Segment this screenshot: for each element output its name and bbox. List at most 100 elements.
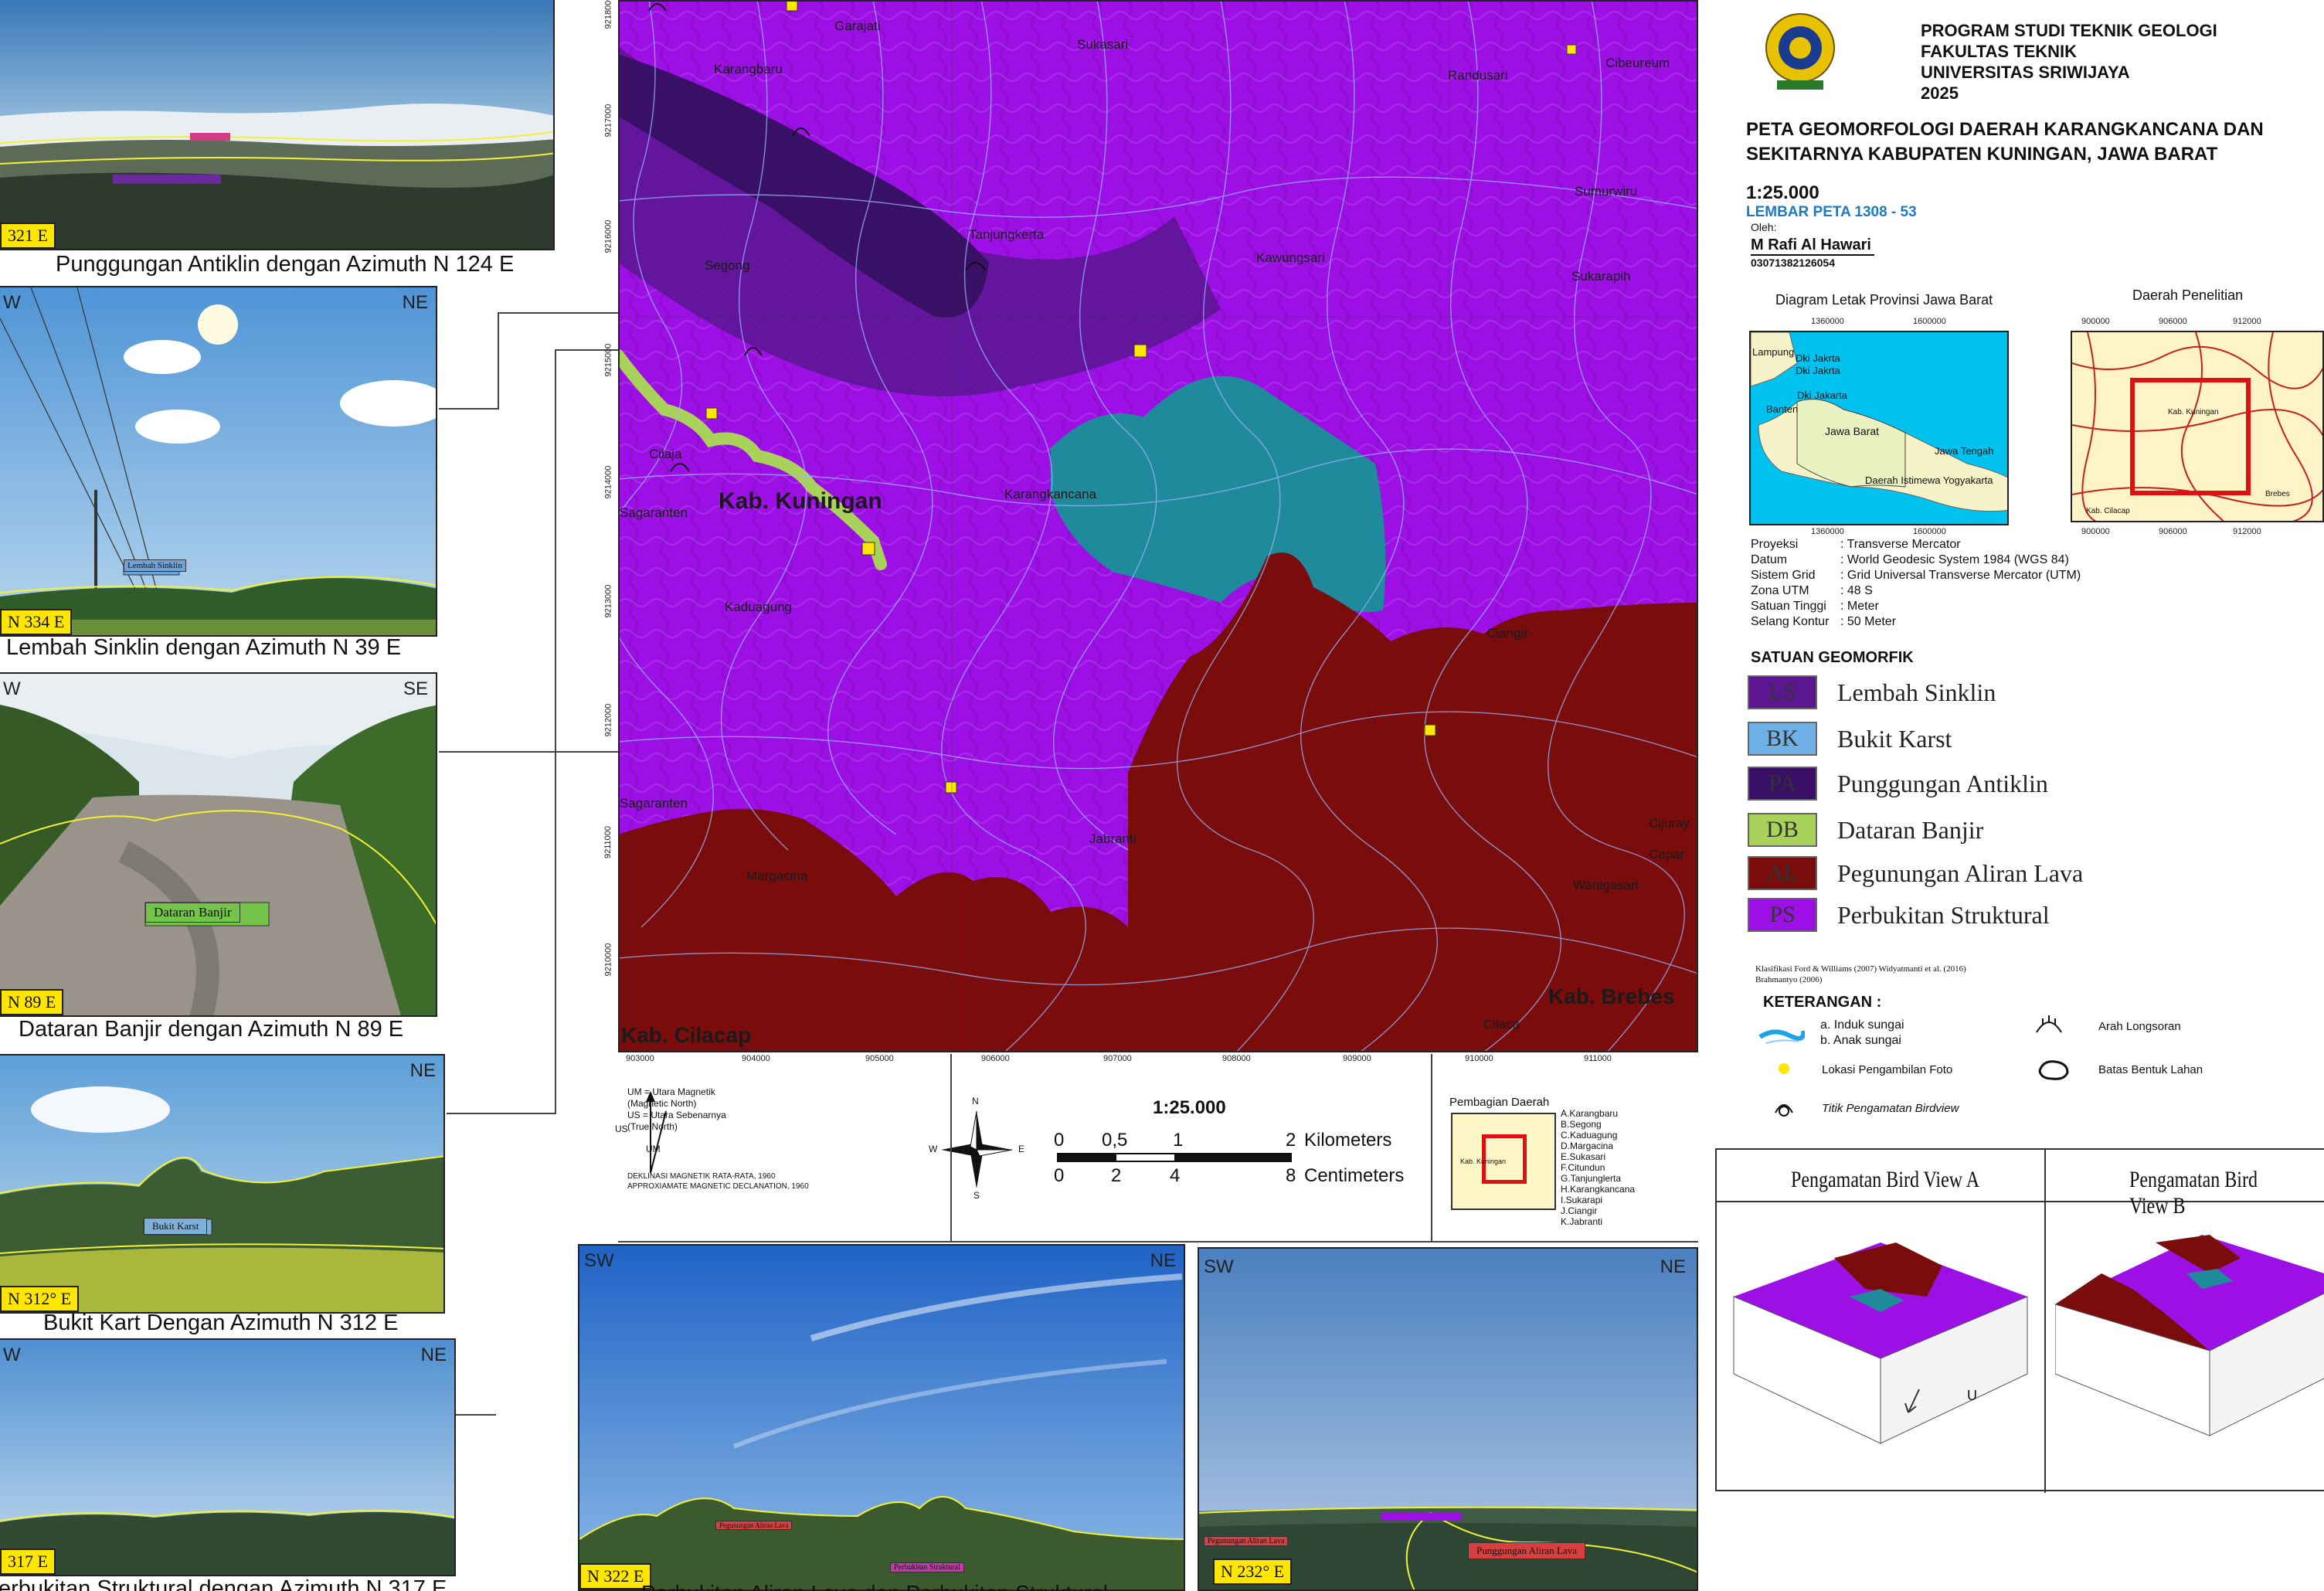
inset-tick: 1360000 — [1811, 317, 1844, 326]
pembagian-item: I.Sukarapi — [1561, 1195, 1603, 1205]
photo-caption-5: erbukitan Struktural dengan Azimuth N 31… — [0, 1576, 447, 1591]
axis-tick: 906000 — [981, 1054, 1010, 1063]
logo-emblem — [1758, 9, 1842, 93]
legend-label: Pegunungan Aliran Lava — [1837, 858, 2084, 887]
axis-tick: 911000 — [1584, 1054, 1612, 1063]
projection-value: : 50 Meter — [1840, 615, 1897, 628]
compass-rose-icon — [941, 1110, 1013, 1188]
map-left-axis: 9218000 9217000 9216000 9215000 9214000 … — [603, 0, 617, 1052]
projection-value: : World Geodesic System 1984 (WGS 84) — [1840, 553, 2069, 566]
institution-block: PROGRAM STUDI TEKNIK GEOLOGI FAKULTAS TE… — [1921, 20, 2217, 104]
photo-landscape-2 — [0, 287, 436, 635]
university-logo-icon — [1765, 13, 1835, 90]
legend-swatch: AL — [1748, 856, 1817, 890]
axis-tick: 9217000 — [603, 104, 613, 138]
inset-left-title: Diagram Letak Provinsi Jawa Barat — [1775, 292, 1993, 308]
place-label: Sagaranten — [620, 796, 688, 811]
cm-unit: Centimeters — [1304, 1165, 1405, 1186]
corner-sw: W — [3, 292, 21, 313]
um-translation: (Magnetic North) — [627, 1098, 697, 1109]
legend-swatch: BK — [1748, 722, 1817, 756]
inset-label: Dki Jakrta — [1796, 365, 1840, 376]
divider — [1431, 1054, 1432, 1243]
kab-kuningan-label: Kab. Kuningan — [719, 488, 882, 514]
corner-ne: SE — [403, 678, 428, 699]
projection-value: : 48 S — [1840, 584, 1873, 597]
inset-label: Daerah Istimewa Yogyakarta — [1865, 474, 1993, 486]
unit-label-struktural: Perbukitan Struktural — [890, 1562, 964, 1572]
birdview-a-block — [1733, 1243, 2028, 1444]
faculty-name: FAKULTAS TEKNIK — [1921, 42, 2078, 61]
map-title-line-1: PETA GEOMORFOLOGI DAERAH KARANGKANCANA D… — [1746, 119, 2264, 140]
photo-bukit-karst: NE Bukit Karst N 312° E — [0, 1054, 445, 1314]
projection-row: Datum : World Geodesic System 1984 (WGS 8… — [1751, 553, 2069, 567]
pembagian-daerah: Pembagian Daerah Kab. Kuningan A.Karangb… — [1449, 1096, 1697, 1243]
kab-cilacap-label: Kab. Cilacap — [621, 1023, 752, 1047]
inset-label: Dki Jakarta — [1797, 389, 1848, 401]
axis-tick: 9214000 — [603, 465, 613, 499]
pembagian-item: B.Segong — [1561, 1119, 1602, 1130]
photo-landscape-3 — [0, 674, 436, 1015]
inset-label: Kab. Kuningan — [2168, 408, 2219, 416]
compass-n: N — [972, 1096, 979, 1107]
connector-line — [498, 312, 618, 314]
classification-source-2: Brahmantyo (2006) — [1755, 975, 1823, 984]
corner-sw: SW — [584, 1250, 614, 1271]
inset-tick: 900000 — [2081, 527, 2110, 536]
axis-tick: 9216000 — [603, 219, 613, 253]
photo-punggungan-antiklin: 321 E — [0, 0, 555, 250]
river-a-label: a. Induk sungai — [1820, 1018, 1904, 1032]
axis-tick: 908000 — [1222, 1054, 1251, 1063]
inset-tick: 1600000 — [1913, 317, 1946, 326]
azimuth-label: N 312° E — [0, 1286, 80, 1312]
pembagian-item: F.Citundun — [1561, 1162, 1605, 1173]
corner-ne: NE — [402, 292, 428, 313]
inset-daerah-map: Kab. Kuningan Kab. Cilacap Brebes — [2071, 331, 2324, 522]
connector-line — [439, 751, 618, 753]
legend-swatch: PA — [1748, 767, 1817, 801]
pembagian-inner-label: Kab. Kuningan — [1460, 1158, 1507, 1165]
inset-tick: 906000 — [2159, 317, 2187, 326]
connector-line — [555, 349, 556, 1113]
birdview-a-title: Pengamatan Bird View A — [1791, 1167, 1980, 1192]
place-label: Cilaja — [649, 447, 682, 461]
unit-label-lava: Pegunungan Aliran Lava — [715, 1521, 793, 1530]
photo-location-icon — [1779, 1063, 1789, 1074]
axis-tick: 909000 — [1343, 1054, 1371, 1063]
place-label: Cijuray — [1649, 816, 1690, 831]
place-label: Segong — [705, 258, 750, 273]
inset-tick: 1600000 — [1913, 527, 1946, 536]
map-title: PETA GEOMORFOLOGI DAERAH KARANGKANCANA D… — [1746, 117, 2264, 167]
boundary-outline-icon — [2038, 1060, 2069, 1080]
axis-tick: 9218000 — [603, 0, 613, 29]
azimuth-label: N 232° E — [1213, 1559, 1293, 1585]
north-legend-text: UM = Utara Magnetik (Magnetic North) US … — [627, 1086, 726, 1133]
inset-right-title: Daerah Penelitian — [2132, 287, 2244, 303]
place-label: Capar — [1649, 847, 1685, 862]
legend-swatch: PS — [1748, 898, 1817, 932]
place-label: Sumurwiru — [1575, 184, 1638, 199]
photo-caption-6: Perbukitan Aliran Lava dan Perbukitan St… — [641, 1581, 1108, 1591]
place-label: Garajati — [834, 19, 881, 33]
axis-tick: 907000 — [1103, 1054, 1132, 1063]
inset-jawa-barat-map: Lampung Dki Jakrta Dki Jakrta Dki Jakart… — [1749, 331, 2009, 525]
projection-key: Datum — [1751, 553, 1788, 566]
pembagian-item: K.Jabranti — [1561, 1216, 1603, 1227]
photo-lembah-sinklin: W NE Lembah Sinklin N 334 E — [0, 286, 437, 637]
legend-item-al: AL Pegunungan Aliran Lava — [1748, 856, 2083, 890]
by-label: Oleh: — [1751, 221, 1777, 233]
photo-landscape-4 — [0, 1056, 443, 1312]
projection-row: Selang Kontur: 50 Meter — [1751, 615, 1896, 629]
unit-label: Lembah Sinklin — [124, 559, 186, 572]
legend-item-ps: PS Perbukitan Struktural — [1748, 898, 2050, 932]
unit-label-lava: Pegunungan Aliran Lava — [1204, 1536, 1289, 1546]
birdview-panel: Pengamatan Bird View A Pengamatan Bird V… — [1715, 1148, 2324, 1493]
inset-tick: 906000 — [2159, 527, 2187, 536]
km-tick: 0 — [1054, 1130, 1065, 1151]
inset-label: Brebes — [2265, 490, 2290, 498]
projection-row: Sistem Grid: Grid Universal Transverse M… — [1751, 569, 2081, 583]
map-title-line-2: SEKITARNYA KABUPATEN KUNINGAN, JAWA BARA… — [1746, 144, 2218, 165]
projection-value: : Meter — [1840, 600, 1879, 613]
legend-swatch: LS — [1748, 675, 1817, 709]
legend-label: Punggungan Antiklin — [1837, 769, 2048, 797]
